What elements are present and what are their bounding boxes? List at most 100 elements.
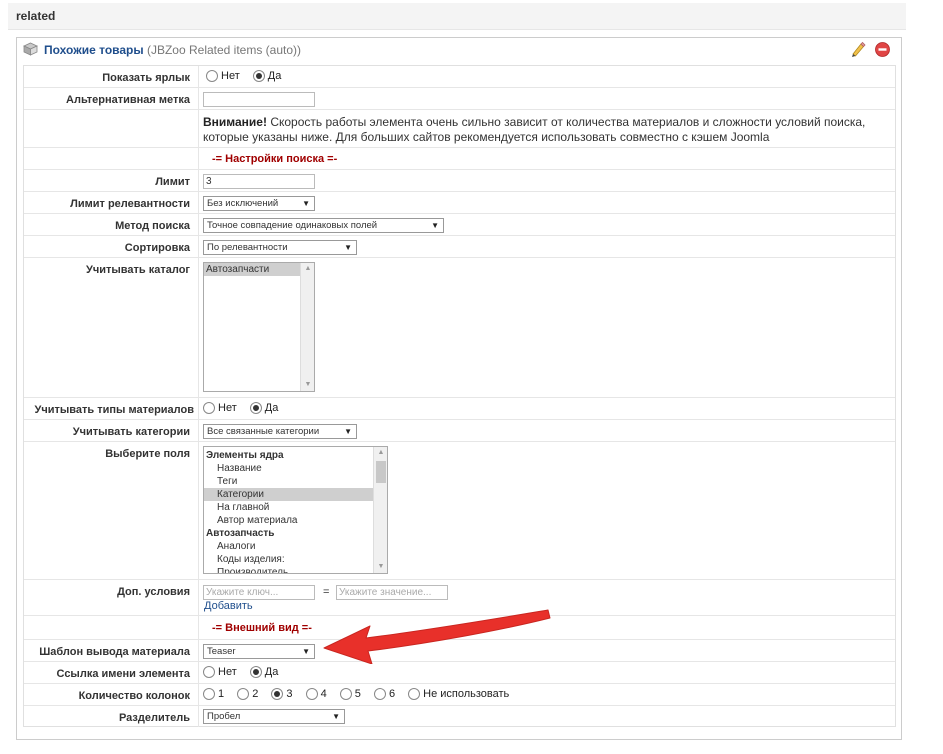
row-columns: Количество колонок 1 2 3 4 5 6 Не исполь… bbox=[24, 684, 895, 706]
radio-columns-none[interactable] bbox=[408, 688, 421, 701]
alt-label-input[interactable] bbox=[203, 92, 315, 107]
list-group: Автозапчасть bbox=[206, 528, 275, 539]
row-search-settings: -= Настройки поиска =- bbox=[24, 148, 895, 170]
list-item[interactable]: Теги bbox=[204, 475, 373, 488]
row-appearance: -= Внешний вид =- bbox=[24, 616, 895, 640]
radio-show-label-yes[interactable] bbox=[252, 70, 265, 83]
label-catalog: Учитывать каталог bbox=[24, 258, 199, 397]
label-separator: Разделитель bbox=[24, 706, 199, 727]
row-categories: Учитывать категории Все связанные катего… bbox=[24, 420, 895, 442]
sorting-select[interactable]: По релевантности ▼ bbox=[203, 240, 357, 255]
panel-title: Похожие товары (JBZoo Related items (aut… bbox=[44, 43, 301, 57]
list-item[interactable]: Аналоги bbox=[204, 540, 373, 553]
label-types: Учитывать типы материалов bbox=[24, 398, 199, 419]
list-group: Элементы ядра bbox=[206, 450, 284, 461]
row-extra-conditions: Доп. условия Укажите ключ... = Укажите з… bbox=[24, 580, 895, 616]
notice-strong: Внимание! bbox=[203, 115, 267, 129]
list-item[interactable]: Категории bbox=[204, 488, 373, 501]
label-limit: Лимит bbox=[24, 170, 199, 191]
relevance-limit-value: Без исключений bbox=[207, 198, 279, 209]
radio-columns-6[interactable] bbox=[373, 688, 386, 701]
chevron-up-icon[interactable]: ▲ bbox=[374, 447, 387, 459]
extra-value-input[interactable]: Укажите значение... bbox=[336, 585, 448, 600]
chevron-down-icon[interactable]: ▼ bbox=[301, 379, 314, 391]
label-name-link: Ссылка имени элемента bbox=[24, 662, 199, 683]
pencil-icon[interactable] bbox=[850, 41, 866, 57]
radio-columns-1[interactable] bbox=[203, 688, 215, 701]
chevron-down-icon: ▼ bbox=[431, 221, 439, 230]
add-condition-link[interactable]: Добавить bbox=[204, 600, 253, 612]
list-item[interactable]: Название bbox=[204, 462, 373, 475]
radio-columns-5[interactable] bbox=[339, 688, 352, 701]
chevron-down-icon[interactable]: ▼ bbox=[374, 561, 387, 573]
section-title: related bbox=[16, 9, 56, 23]
equals-sign: = bbox=[323, 586, 330, 598]
panel-title-name[interactable]: Похожие товары bbox=[44, 43, 144, 57]
row-name-link: Ссылка имени элемента Нет Да bbox=[24, 662, 895, 684]
radio-name-link-no[interactable] bbox=[203, 666, 215, 679]
template-select[interactable]: Teaser ▼ bbox=[203, 644, 315, 659]
scrollbar-thumb[interactable] bbox=[376, 461, 386, 483]
list-item[interactable]: Производитель bbox=[204, 566, 373, 573]
list-item[interactable]: Коды изделия: bbox=[204, 553, 373, 566]
separator-select[interactable]: Пробел ▼ bbox=[203, 709, 345, 724]
appearance-heading: -= Внешний вид =- bbox=[212, 622, 312, 634]
element-panel: Похожие товары (JBZoo Related items (aut… bbox=[16, 37, 902, 740]
label-fields: Выберите поля bbox=[24, 442, 199, 579]
row-limit: Лимит 3 bbox=[24, 170, 895, 192]
separator-value: Пробел bbox=[207, 711, 241, 722]
radio-types-yes[interactable] bbox=[249, 402, 262, 415]
row-separator: Разделитель Пробел ▼ bbox=[24, 706, 895, 727]
categories-select[interactable]: Все связанные категории ▼ bbox=[203, 424, 357, 439]
radio-columns-4[interactable] bbox=[305, 688, 318, 701]
list-item[interactable]: На главной bbox=[204, 501, 373, 514]
label-sorting: Сортировка bbox=[24, 236, 199, 257]
catalog-listbox[interactable]: Автозапчасти ▲ ▼ bbox=[203, 262, 315, 392]
radio-columns-2[interactable] bbox=[237, 688, 250, 701]
row-catalog: Учитывать каталог Автозапчасти ▲ ▼ bbox=[24, 258, 895, 398]
settings-grid: Показать ярлык Нет Да Альтернативная мет… bbox=[23, 65, 896, 727]
radio-columns-3[interactable] bbox=[271, 688, 284, 701]
extra-key-input[interactable]: Укажите ключ... bbox=[203, 585, 315, 600]
row-search-method: Метод поиска Точное совпадение одинаковы… bbox=[24, 214, 895, 236]
limit-input[interactable]: 3 bbox=[203, 174, 315, 189]
fields-scrollbar[interactable]: ▲ ▼ bbox=[373, 447, 387, 573]
search-method-select[interactable]: Точное совпадение одинаковых полей ▼ bbox=[203, 218, 444, 233]
chevron-down-icon: ▼ bbox=[302, 647, 310, 656]
chevron-up-icon[interactable]: ▲ bbox=[301, 263, 314, 275]
row-template: Шаблон вывода материала Teaser ▼ bbox=[24, 640, 895, 662]
section-header: related bbox=[8, 3, 906, 30]
notice-text: Внимание! Скорость работы элемента очень… bbox=[203, 115, 883, 145]
radio-types-no[interactable] bbox=[203, 402, 215, 415]
panel-title-subtitle: (JBZoo Related items (auto)) bbox=[146, 43, 302, 57]
row-sorting: Сортировка По релевантности ▼ bbox=[24, 236, 895, 258]
list-item[interactable]: Автор материала bbox=[204, 514, 373, 527]
search-settings-heading: -= Настройки поиска =- bbox=[212, 153, 338, 165]
delete-icon[interactable] bbox=[875, 42, 890, 57]
columns-radio-group: 1 2 3 4 5 6 Не использовать bbox=[203, 688, 519, 701]
chevron-down-icon: ▼ bbox=[344, 427, 352, 436]
label-search-method: Метод поиска bbox=[24, 214, 199, 235]
label-columns: Количество колонок bbox=[24, 684, 199, 705]
radio-name-link-yes[interactable] bbox=[249, 666, 262, 679]
name-link-radio-group: Нет Да bbox=[203, 666, 288, 679]
chevron-down-icon: ▼ bbox=[344, 243, 352, 252]
radio-show-label-no[interactable] bbox=[206, 70, 218, 83]
chevron-down-icon: ▼ bbox=[302, 199, 310, 208]
label-template: Шаблон вывода материала bbox=[24, 640, 199, 661]
catalog-scrollbar[interactable]: ▲ ▼ bbox=[300, 263, 314, 391]
cube-icon bbox=[23, 42, 38, 56]
types-radio-group: Нет Да bbox=[203, 402, 288, 415]
template-value: Teaser bbox=[207, 646, 236, 657]
search-method-value: Точное совпадение одинаковых полей bbox=[207, 220, 378, 231]
row-show-label: Показать ярлык Нет Да bbox=[24, 66, 895, 88]
panel-header: Похожие товары (JBZoo Related items (aut… bbox=[17, 38, 901, 62]
categories-value: Все связанные категории bbox=[207, 426, 320, 437]
row-notice: Внимание! Скорость работы элемента очень… bbox=[24, 110, 895, 148]
chevron-down-icon: ▼ bbox=[332, 712, 340, 721]
row-fields: Выберите поля Элементы ядра Название Тег… bbox=[24, 442, 895, 580]
show-label-radio-group: Нет Да bbox=[206, 70, 291, 83]
list-item[interactable]: Автозапчасти bbox=[204, 263, 300, 276]
relevance-limit-select[interactable]: Без исключений ▼ bbox=[203, 196, 315, 211]
fields-listbox[interactable]: Элементы ядра Название Теги Категории На… bbox=[203, 446, 388, 574]
